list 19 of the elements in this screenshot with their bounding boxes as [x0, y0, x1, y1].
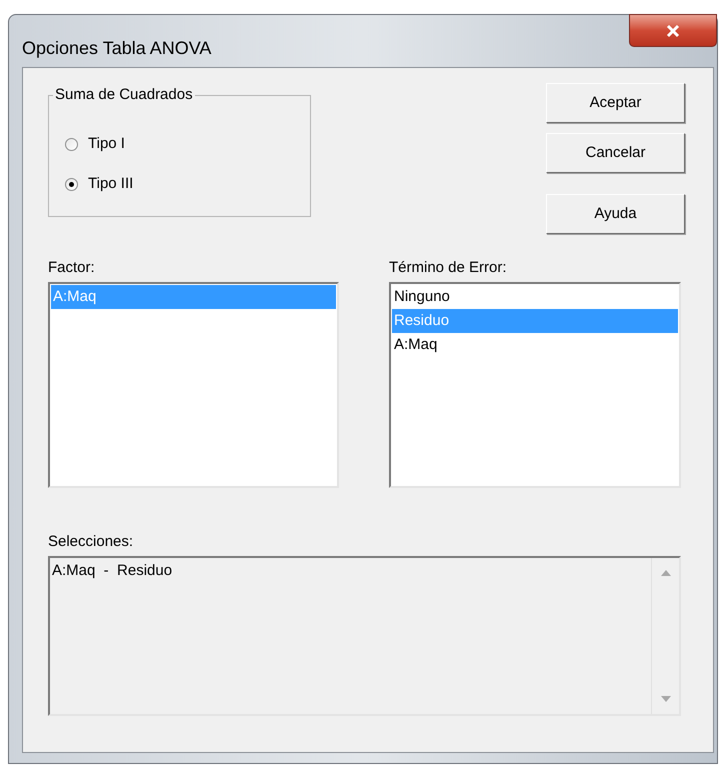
- list-item[interactable]: Ninguno: [392, 285, 678, 309]
- radio-button[interactable]: [65, 178, 78, 190]
- factor-label: Factor:: [48, 258, 96, 278]
- list-item[interactable]: A:Maq: [392, 333, 678, 357]
- dialog-button[interactable]: Aceptar: [546, 83, 685, 123]
- close-icon: [665, 24, 681, 38]
- radio-button[interactable]: [65, 138, 78, 150]
- close-button[interactable]: [629, 14, 717, 47]
- window-title: Opciones Tabla ANOVA: [22, 37, 212, 60]
- dialog-button[interactable]: Cancelar: [546, 133, 685, 173]
- scroll-down-icon[interactable]: [660, 696, 670, 702]
- scroll-up-icon[interactable]: [660, 570, 670, 576]
- selections-label: Selecciones:: [48, 532, 134, 552]
- error-term-label: Término de Error:: [389, 258, 508, 278]
- dialog-button[interactable]: Ayuda: [546, 194, 685, 234]
- error-term-list[interactable]: Ninguno Residuo A:Maq: [389, 282, 681, 488]
- selection-text: A:Maq - Residuo: [52, 561, 172, 581]
- radio-label[interactable]: Tipo III: [88, 174, 134, 194]
- radio-label[interactable]: Tipo I: [88, 134, 125, 154]
